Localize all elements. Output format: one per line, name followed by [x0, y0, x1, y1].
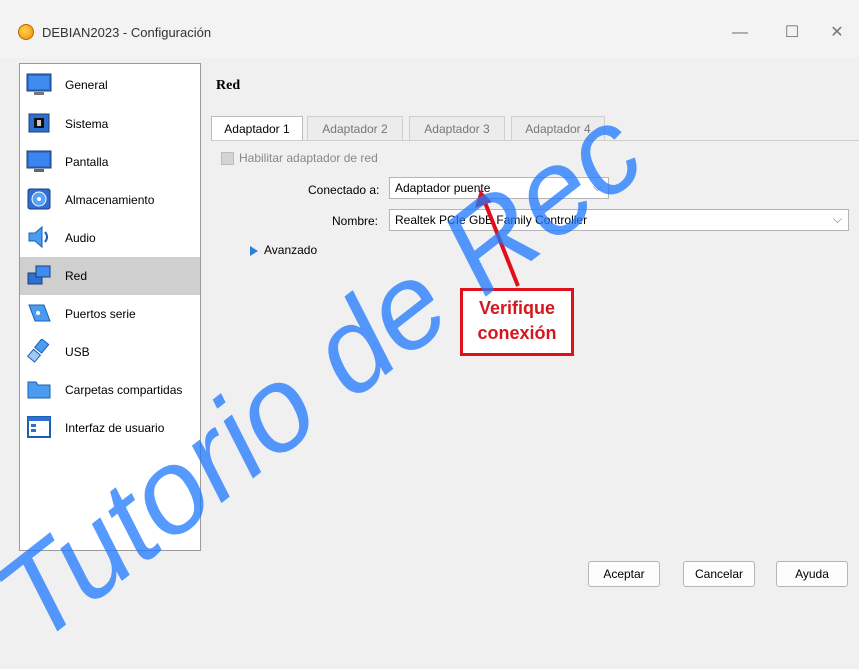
sidebar-item-red[interactable]: Red [20, 257, 200, 295]
maximize-button[interactable]: ☐ [770, 18, 814, 48]
sidebar-item-usb[interactable]: USB [20, 333, 200, 371]
callout-line-2: conexión [477, 323, 557, 343]
sidebar-item-sistema[interactable]: Sistema [20, 105, 200, 143]
cancel-button[interactable]: Cancelar [683, 561, 755, 587]
advanced-toggle[interactable]: Avanzado [264, 243, 317, 257]
speaker-icon [28, 225, 48, 249]
sidebar-item-label: Red [65, 269, 88, 283]
sidebar-item-label: Puertos serie [65, 307, 136, 321]
verify-connection-callout: Verifique conexión [460, 288, 574, 356]
expand-triangle-icon[interactable] [250, 246, 258, 256]
sidebar-item-label: Pantalla [65, 155, 109, 169]
tab-adaptador-4[interactable]: Adaptador 4 [511, 116, 605, 140]
adapter-name-select[interactable]: Realtek PCIe GbE Family Controller ⌵ [389, 209, 849, 231]
folder-icon [27, 381, 51, 399]
sidebar-item-puertos-serie[interactable]: Puertos serie [20, 295, 200, 333]
virtualbox-app-icon [18, 24, 34, 40]
serial-port-icon [28, 304, 51, 322]
sidebar-item-general[interactable]: General [20, 66, 200, 104]
annotation-arrow [475, 190, 520, 287]
help-button[interactable]: Ayuda [776, 561, 848, 587]
attached-to-label: Conectado a: [308, 183, 380, 197]
sidebar-item-carpetas-compartidas[interactable]: Carpetas compartidas [20, 371, 200, 409]
settings-window: DEBIAN2023 - Configuración — ☐ ✕ General… [0, 0, 859, 667]
settings-sidebar: General Sistema Pantalla Almacenamiento … [19, 63, 201, 551]
sidebar-item-label: Almacenamiento [65, 193, 155, 207]
network-icon [27, 265, 51, 285]
sidebar-item-label: Sistema [65, 117, 109, 131]
callout-line-1: Verifique [478, 298, 556, 318]
name-label: Nombre: [332, 214, 379, 228]
title-bar: DEBIAN2023 - Configuración — ☐ ✕ [0, 0, 859, 58]
sidebar-item-label: General [65, 78, 108, 92]
minimize-button[interactable]: — [718, 18, 762, 48]
sidebar-item-audio[interactable]: Audio [20, 219, 200, 257]
close-button[interactable]: ✕ [815, 18, 859, 48]
sidebar-item-label: Interfaz de usuario [65, 421, 165, 435]
usb-icon [27, 339, 50, 363]
storage-disk-icon [27, 188, 51, 210]
tab-adaptador-1[interactable]: Adaptador 1 [211, 116, 303, 141]
sidebar-item-almacenamiento[interactable]: Almacenamiento [20, 181, 200, 219]
tab-adaptador-3[interactable]: Adaptador 3 [409, 116, 505, 140]
sidebar-item-label: Carpetas compartidas [65, 383, 183, 397]
tab-adaptador-2[interactable]: Adaptador 2 [307, 116, 403, 140]
enable-adapter-label: Habilitar adaptador de red [239, 151, 378, 165]
page-title: Red [216, 78, 241, 93]
system-chip-icon [28, 113, 50, 133]
ok-button[interactable]: Aceptar [588, 561, 660, 587]
general-icon [26, 73, 52, 95]
display-icon [26, 150, 52, 172]
sidebar-item-pantalla[interactable]: Pantalla [20, 143, 200, 181]
enable-adapter-checkbox[interactable] [221, 152, 234, 165]
chevron-down-icon: ⌵ [832, 212, 842, 226]
sidebar-item-interfaz-de-usuario[interactable]: Interfaz de usuario [20, 409, 200, 447]
tab-divider [211, 140, 859, 141]
chevron-down-icon: ⌵ [592, 180, 602, 194]
sidebar-item-label: Audio [65, 231, 96, 245]
sidebar-item-label: USB [65, 345, 90, 359]
user-interface-icon [27, 416, 51, 438]
window-title: DEBIAN2023 - Configuración [42, 25, 212, 40]
